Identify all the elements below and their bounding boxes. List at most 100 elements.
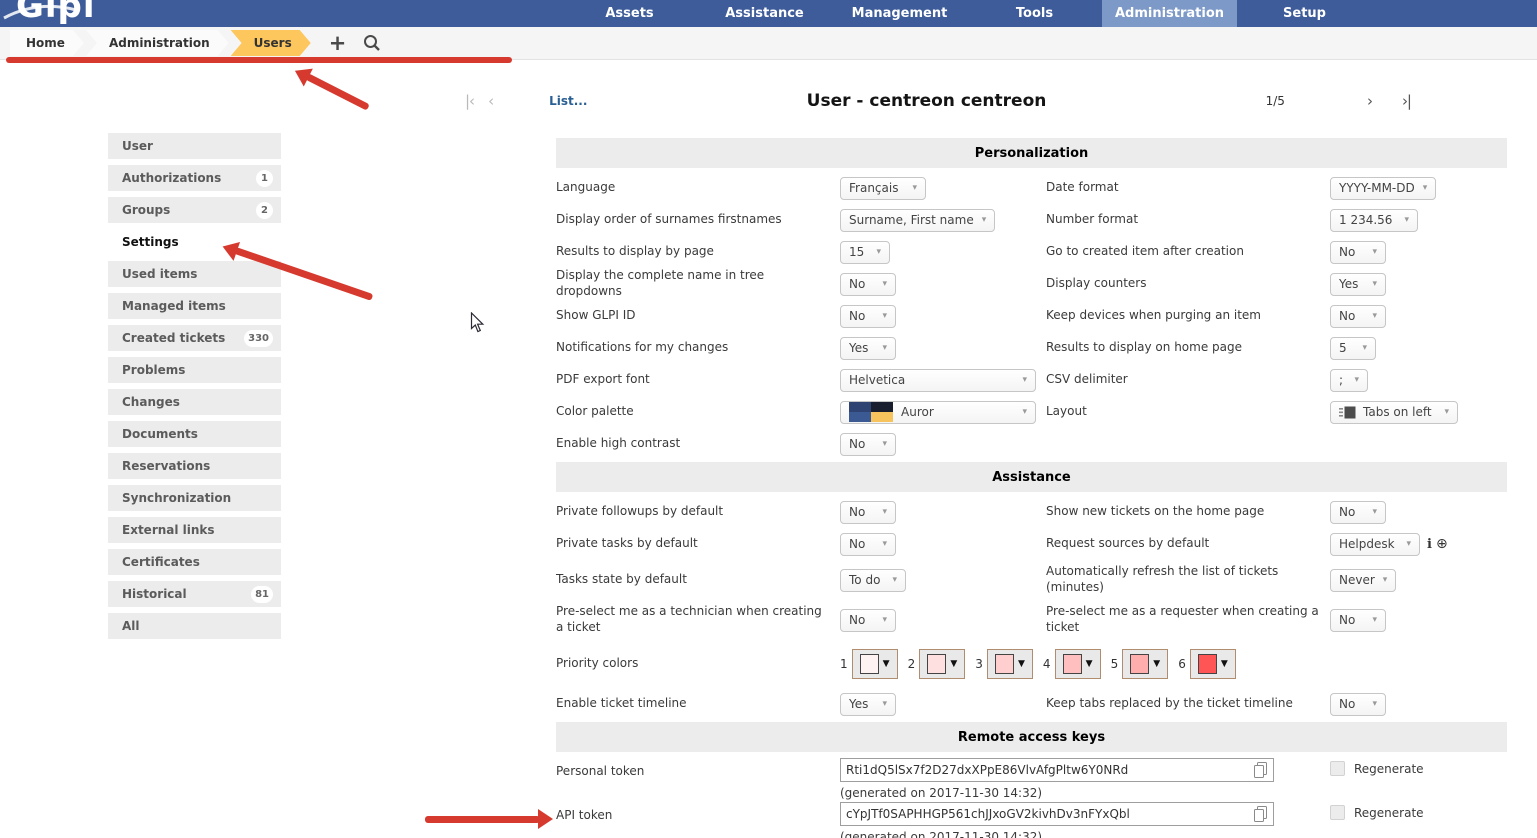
preselect-technician-select[interactable]: No▾: [840, 609, 896, 632]
sidebar-item-documents[interactable]: Documents: [108, 421, 281, 447]
caret-down-icon: ▾: [876, 247, 881, 257]
caret-down-icon: ▼: [1018, 659, 1025, 669]
results-per-page-select[interactable]: 15▾: [840, 241, 890, 264]
previous-record-button[interactable]: ‹: [488, 92, 493, 110]
nav-tab-assets[interactable]: Assets: [562, 0, 697, 27]
show-glpi-id-select[interactable]: No▾: [840, 305, 896, 328]
regenerate-api-checkbox[interactable]: [1330, 805, 1345, 820]
api-token-input[interactable]: [846, 807, 1249, 821]
breadcrumb-administration[interactable]: Administration: [86, 30, 229, 56]
section-header-remote-access-keys: Remote access keys: [556, 722, 1507, 752]
list-link[interactable]: List...: [549, 94, 587, 108]
sidebar-item-changes[interactable]: Changes: [108, 389, 281, 415]
sidebar-item-authorizations[interactable]: Authorizations1: [108, 165, 281, 191]
field-label: Pre-select me as a technician when creat…: [556, 604, 840, 635]
priority-4-color-picker[interactable]: ▼: [1055, 649, 1101, 679]
private-followups-select[interactable]: No▾: [840, 501, 896, 524]
display-counters-select[interactable]: Yes▾: [1330, 273, 1386, 296]
form-row: Color palette Auror ▾ Layout Tabs on lef…: [556, 396, 1507, 428]
sidebar-item-synchronization[interactable]: Synchronization: [108, 485, 281, 511]
form-row: Tasks state by default To do▾ Automatica…: [556, 560, 1507, 600]
tree-dropdown-name-select[interactable]: No▾: [840, 273, 896, 296]
copy-icon[interactable]: [1253, 806, 1268, 823]
tasks-state-select[interactable]: To do▾: [840, 569, 906, 592]
home-results-select[interactable]: 5▾: [1330, 337, 1376, 360]
regenerate-personal-checkbox[interactable]: [1330, 761, 1345, 776]
first-record-button[interactable]: |‹: [465, 92, 474, 110]
regenerate-label: Regenerate: [1354, 762, 1424, 776]
priority-1-color-picker[interactable]: ▼: [852, 649, 898, 679]
caret-down-icon: ▾: [882, 507, 887, 517]
sidebar-item-reservations[interactable]: Reservations: [108, 453, 281, 479]
keep-devices-select[interactable]: No▾: [1330, 305, 1386, 328]
caret-down-icon: ▼: [1086, 659, 1093, 669]
number-format-select[interactable]: 1 234.56▾: [1330, 209, 1418, 232]
field-label: Private followups by default: [556, 504, 840, 520]
sidebar-item-created-tickets[interactable]: Created tickets330: [108, 325, 281, 351]
search-icon[interactable]: [363, 34, 381, 52]
main-menu: Assets Assistance Management Tools Admin…: [562, 0, 1372, 27]
nav-tab-tools[interactable]: Tools: [967, 0, 1102, 27]
request-source-select[interactable]: Helpdesk▾: [1330, 533, 1420, 556]
sidebar-item-user[interactable]: User: [108, 133, 281, 159]
sidebar-item-settings[interactable]: Settings: [108, 229, 281, 255]
sidebar-item-historical[interactable]: Historical81: [108, 581, 281, 607]
sidebar-item-problems[interactable]: Problems: [108, 357, 281, 383]
copy-icon[interactable]: [1253, 762, 1268, 779]
caret-down-icon: ▾: [882, 699, 887, 709]
layout-select[interactable]: Tabs on left ▾: [1330, 401, 1458, 424]
private-tasks-select[interactable]: No▾: [840, 533, 896, 556]
caret-down-icon: ▾: [1372, 507, 1377, 517]
breadcrumb: Home Administration Users +: [0, 27, 1537, 60]
glpi-user-settings-screen: Glpi Assets Assistance Management Tools …: [0, 0, 1537, 838]
ticket-timeline-select[interactable]: Yes▾: [840, 693, 896, 716]
regenerate-label: Regenerate: [1354, 806, 1424, 820]
form-row: Enable high contrast No▾: [556, 428, 1507, 460]
high-contrast-select[interactable]: No▾: [840, 433, 896, 456]
add-source-icon[interactable]: ⊕: [1436, 536, 1448, 552]
breadcrumb-users[interactable]: Users: [231, 30, 311, 56]
info-icon[interactable]: i: [1427, 537, 1432, 552]
csv-delimiter-select[interactable]: ;▾: [1330, 369, 1368, 392]
goto-created-select[interactable]: No▾: [1330, 241, 1386, 264]
personal-token-field: [840, 758, 1274, 782]
next-record-button[interactable]: ›: [1367, 92, 1372, 110]
caret-down-icon: ▼: [883, 659, 890, 669]
notifications-select[interactable]: Yes▾: [840, 337, 896, 360]
caret-down-icon: ▾: [882, 539, 887, 549]
sidebar-item-all[interactable]: All: [108, 613, 281, 639]
preselect-requester-select[interactable]: No▾: [1330, 609, 1386, 632]
add-item-button[interactable]: +: [329, 33, 347, 54]
priority-5-color-picker[interactable]: ▼: [1122, 649, 1168, 679]
date-format-select[interactable]: YYYY-MM-DD▾: [1330, 177, 1436, 200]
last-record-button[interactable]: ›|: [1402, 92, 1411, 110]
sidebar-item-external-links[interactable]: External links: [108, 517, 281, 543]
caret-down-icon: ▼: [950, 659, 957, 669]
nav-tab-administration[interactable]: Administration: [1102, 0, 1237, 27]
field-label: Show GLPI ID: [556, 308, 840, 324]
sidebar-item-managed-items[interactable]: Managed items: [108, 293, 281, 319]
annotation-arrow-users: [290, 61, 373, 118]
color-palette-select[interactable]: Auror ▾: [840, 401, 1036, 424]
new-tickets-home-select[interactable]: No▾: [1330, 501, 1386, 524]
pdf-font-select[interactable]: Helvetica▾: [840, 369, 1036, 392]
personal-token-input[interactable]: [846, 763, 1249, 777]
auto-refresh-select[interactable]: Never▾: [1330, 569, 1396, 592]
logo-swoosh-icon: [2, 2, 80, 26]
caret-down-icon: ▾: [882, 279, 887, 289]
sidebar-item-certificates[interactable]: Certificates: [108, 549, 281, 575]
priority-2-color-picker[interactable]: ▼: [919, 649, 965, 679]
sidebar-item-used-items[interactable]: Used items: [108, 261, 281, 287]
breadcrumb-home[interactable]: Home: [10, 30, 84, 56]
language-select[interactable]: Français▾: [840, 177, 926, 200]
priority-3-color-picker[interactable]: ▼: [987, 649, 1033, 679]
name-order-select[interactable]: Surname, First name▾: [840, 209, 995, 232]
field-label: PDF export font: [556, 372, 840, 388]
priority-6-color-picker[interactable]: ▼: [1190, 649, 1236, 679]
user-tabs-sidebar: User Authorizations1 Groups2 Settings Us…: [108, 133, 281, 645]
keep-tabs-select[interactable]: No▾: [1330, 693, 1386, 716]
nav-tab-management[interactable]: Management: [832, 0, 967, 27]
nav-tab-assistance[interactable]: Assistance: [697, 0, 832, 27]
sidebar-item-groups[interactable]: Groups2: [108, 197, 281, 223]
nav-tab-setup[interactable]: Setup: [1237, 0, 1372, 27]
